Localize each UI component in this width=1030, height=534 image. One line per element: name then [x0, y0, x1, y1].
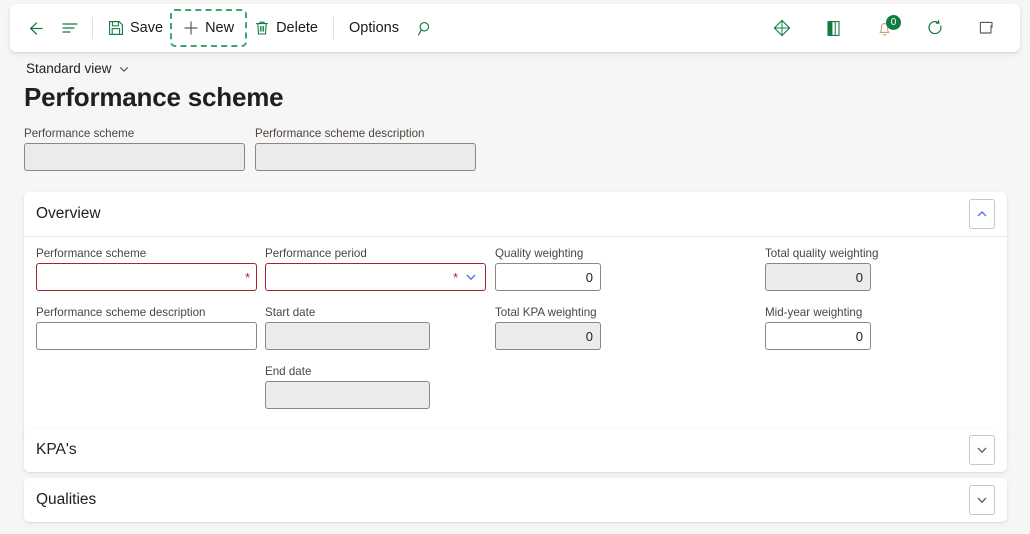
chevron-up-icon — [975, 207, 989, 221]
delete-button[interactable]: Delete — [244, 12, 328, 44]
field-label: Quality weighting — [495, 247, 584, 260]
notifications-button[interactable]: 0 — [867, 12, 902, 44]
overview-field-end-date: End date — [265, 365, 430, 409]
refresh-button[interactable] — [918, 12, 953, 44]
overview-section-header[interactable]: Overview — [24, 192, 1007, 236]
help-book-button[interactable] — [816, 12, 851, 44]
performance-scheme-description-header-input[interactable] — [255, 143, 476, 171]
field-label: Performance scheme — [24, 127, 135, 140]
view-selector-label: Standard view — [26, 61, 112, 76]
overview-section-body: Performance scheme * Performance period … — [24, 237, 1007, 437]
qualities-expand-toggle[interactable] — [969, 485, 995, 515]
overview-field-performance-scheme-description: Performance scheme description — [36, 306, 257, 350]
trash-icon — [254, 20, 270, 36]
field-label: Performance period — [265, 247, 367, 260]
field-value: 0 — [855, 269, 863, 285]
page-title: Performance scheme — [24, 82, 284, 112]
kpas-section-title: KPA's — [36, 441, 77, 458]
overview-field-performance-period: Performance period * — [265, 247, 486, 291]
field-label: Start date — [265, 306, 316, 319]
open-in-new-window-icon — [977, 19, 996, 38]
view-selector[interactable]: Standard view — [26, 61, 130, 76]
open-in-new-window-button[interactable] — [969, 12, 1004, 44]
header-field-performance-scheme: Performance scheme — [24, 127, 245, 171]
overview-field-total-kpa-weighting: Total KPA weighting 0 — [495, 306, 601, 350]
header-field-performance-scheme-description: Performance scheme description — [255, 127, 476, 171]
new-label: New — [205, 20, 235, 36]
search-icon — [417, 20, 434, 37]
back-arrow-icon — [26, 19, 45, 38]
qualities-section-title: Qualities — [36, 491, 97, 508]
overview-field-total-quality-weighting: Total quality weighting 0 — [765, 247, 879, 291]
save-button[interactable]: Save — [98, 12, 173, 44]
header-fields: Performance scheme Performance scheme de… — [24, 127, 476, 171]
notifications-count-badge: 0 — [886, 14, 901, 30]
field-label: End date — [265, 365, 312, 378]
command-bar: Save New Delete Options 0 — [10, 4, 1020, 52]
field-label: Performance scheme — [36, 247, 147, 260]
toolbar-divider-2 — [333, 17, 334, 39]
overview-field-grid: Performance scheme * Performance period … — [36, 247, 995, 419]
qualities-section: Qualities — [24, 478, 1007, 522]
required-marker: * — [244, 269, 250, 285]
command-bar-left-group: Save New Delete Options — [10, 4, 442, 52]
performance-period-input[interactable]: * — [265, 263, 486, 291]
save-floppy-icon — [108, 20, 124, 36]
start-date-input[interactable] — [265, 322, 430, 350]
end-date-input[interactable] — [265, 381, 430, 409]
back-button[interactable] — [18, 12, 53, 44]
command-bar-right-group: 0 — [764, 4, 1020, 52]
refresh-icon — [926, 19, 945, 38]
overview-section: Overview Performance scheme * Performanc… — [24, 192, 1007, 437]
search-button[interactable] — [409, 12, 442, 44]
performance-period-dropdown-button[interactable] — [464, 270, 485, 284]
overview-section-title: Overview — [36, 205, 101, 222]
dynamics-diamond-icon — [772, 18, 792, 38]
overview-field-performance-scheme: Performance scheme * — [36, 247, 257, 291]
field-value: 0 — [585, 328, 593, 344]
show-list-button[interactable] — [53, 12, 87, 44]
field-value: 0 — [585, 269, 593, 285]
overview-field-start-date: Start date — [265, 306, 430, 350]
notifications-bell-wrap: 0 — [875, 14, 901, 38]
field-label: Total quality weighting — [765, 247, 879, 260]
overview-collapse-toggle[interactable] — [969, 199, 995, 229]
chevron-down-icon — [975, 493, 989, 507]
mid-year-weighting-input[interactable]: 0 — [765, 322, 871, 350]
options-button[interactable]: Options — [339, 12, 409, 44]
chevron-down-icon — [975, 443, 989, 457]
options-label: Options — [349, 20, 399, 36]
kpas-section: KPA's — [24, 428, 1007, 472]
field-label: Performance scheme description — [36, 306, 206, 319]
qualities-section-header[interactable]: Qualities — [24, 478, 1007, 522]
quality-weighting-input[interactable]: 0 — [495, 263, 601, 291]
kpas-section-header[interactable]: KPA's — [24, 428, 1007, 472]
dynamics-diamond-button[interactable] — [764, 12, 800, 44]
overview-field-quality-weighting: Quality weighting 0 — [495, 247, 601, 291]
performance-scheme-description-input[interactable] — [36, 322, 257, 350]
show-list-icon — [61, 19, 79, 37]
total-quality-weighting-input[interactable]: 0 — [765, 263, 871, 291]
plus-icon — [183, 20, 199, 36]
chevron-down-icon — [464, 270, 478, 284]
performance-scheme-header-input[interactable] — [24, 143, 245, 171]
field-label: Performance scheme description — [255, 127, 425, 140]
new-button[interactable]: New — [170, 9, 248, 47]
required-marker: * — [452, 269, 458, 285]
performance-scheme-input[interactable]: * — [36, 263, 257, 291]
total-kpa-weighting-input[interactable]: 0 — [495, 322, 601, 350]
field-label: Total KPA weighting — [495, 306, 597, 319]
chevron-down-icon — [118, 63, 130, 75]
kpas-expand-toggle[interactable] — [969, 435, 995, 465]
overview-field-mid-year-weighting: Mid-year weighting 0 — [765, 306, 871, 350]
toolbar-divider — [92, 17, 93, 39]
help-book-icon — [824, 19, 843, 38]
field-value: 0 — [855, 328, 863, 344]
save-label: Save — [130, 20, 164, 36]
field-label: Mid-year weighting — [765, 306, 863, 319]
delete-label: Delete — [276, 20, 318, 36]
